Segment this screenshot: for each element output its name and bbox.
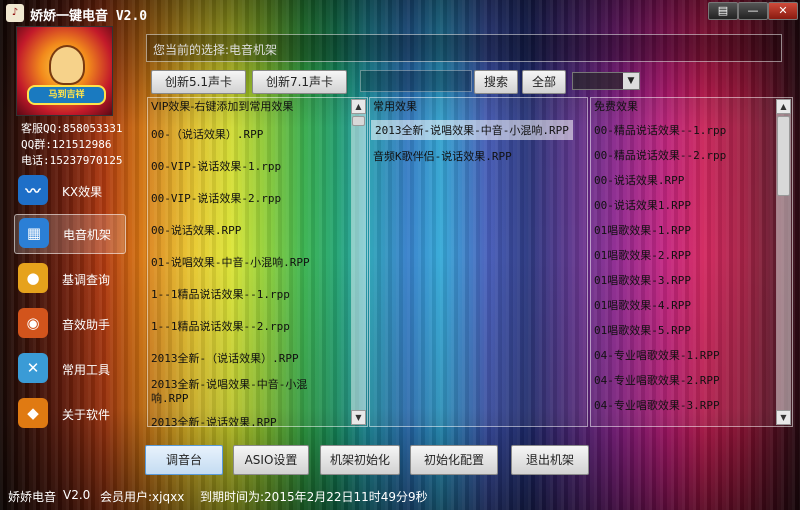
list-item[interactable]: 01唱歌效果-1.RPP [594, 222, 691, 238]
config-init-button[interactable]: 初始化配置 [410, 445, 498, 475]
nav-label: 电音机架 [63, 228, 112, 242]
phone: 电话:15237970125 [21, 154, 123, 167]
list-item[interactable]: 04-专业唱歌效果-1.RPP [594, 347, 720, 363]
nav-item-4[interactable]: ✕ 常用工具 [14, 350, 124, 388]
list-item[interactable]: 00-（说话效果）.RPP [151, 126, 263, 142]
search-input[interactable] [360, 70, 472, 92]
nav-label: 音效助手 [62, 318, 111, 332]
nav-label: 基调查询 [62, 273, 111, 287]
list-item[interactable]: 01唱歌效果-5.RPP [594, 322, 691, 338]
rack-icon: ▦ [19, 218, 49, 248]
tools-icon: ✕ [18, 353, 48, 383]
list-item[interactable]: 01唱歌效果-2.RPP [594, 247, 691, 263]
current-selection: 您当前的选择:电音机架 [146, 34, 782, 62]
asio-settings-button[interactable]: ASIO设置 [233, 445, 309, 475]
exit-rack-button[interactable]: 退出机架 [511, 445, 589, 475]
common-effects-header: 常用效果 [373, 100, 417, 113]
menu-icon[interactable]: ▤ [708, 2, 738, 20]
nav-item-3[interactable]: ◉ 音效助手 [14, 305, 124, 343]
nav-label: KX效果 [62, 185, 103, 199]
disc-icon: ◉ [18, 308, 48, 338]
wave-icon: 〰 [18, 175, 48, 205]
list-item[interactable]: 00-说话效果.RPP [151, 222, 241, 238]
status-app-name: 娇娇电音 [8, 490, 57, 504]
list-item[interactable]: 2013全新-（说话效果）.RPP [151, 350, 299, 366]
category-select[interactable]: ▼ [572, 72, 640, 90]
horse-mascot-icon [49, 45, 85, 85]
nav-item-1[interactable]: ▦ 电音机架 [14, 214, 126, 254]
scroll-down-icon[interactable]: ▼ [776, 410, 791, 425]
status-bar: 娇娇电音 V2.0 会员用户:xjqxx 到期时间为:2015年2月22日11时… [0, 484, 800, 510]
list-item[interactable]: 04-专业唱歌效果-2.RPP [594, 372, 720, 388]
tag-icon: ◆ [18, 398, 48, 428]
scroll-thumb[interactable] [352, 116, 365, 126]
main-window: ♪ 娇娇一键电音 V2.0 ▤ — ✕ 马到吉祥 客服QQ:858053331 … [0, 0, 800, 510]
avatar-banner: 马到吉祥 [27, 85, 106, 105]
nav-label: 关于软件 [62, 408, 111, 422]
title-bar[interactable]: ♪ 娇娇一键电音 V2.0 ▤ — ✕ [0, 0, 800, 26]
list-item[interactable]: 响.RPP [151, 390, 189, 406]
status-expiry: 到期时间为:2015年2月22日11时49分9秒 [200, 490, 428, 504]
nav-item-2[interactable]: ● 基调查询 [14, 260, 124, 298]
list-item[interactable]: 00-精品说话效果--2.rpp [594, 147, 726, 163]
innov71-button[interactable]: 创新7.1声卡 [252, 70, 347, 94]
chevron-down-icon[interactable]: ▼ [623, 73, 639, 89]
list-item[interactable]: 2013全新-说话效果.RPP [151, 414, 277, 426]
list-item[interactable]: 01-说唱效果-中音-小混响.RPP [151, 254, 310, 270]
common-effects-list[interactable]: 常用效果 2013全新-说唱效果-中音-小混响.RPP 音频K歌伴侣-说话效果.R… [369, 97, 588, 427]
list-item[interactable]: 04-专业唱歌效果-3.RPP [594, 397, 720, 413]
app-logo-icon: ♪ [6, 4, 24, 22]
scroll-up-icon[interactable]: ▲ [776, 99, 791, 114]
list-item[interactable]: 音频K歌伴侣-说话效果.RPP [373, 148, 512, 164]
list-item[interactable]: 1--1精品说话效果--2.rpp [151, 318, 290, 334]
list-item[interactable]: 01唱歌效果-3.RPP [594, 272, 691, 288]
scroll-up-icon[interactable]: ▲ [351, 99, 366, 114]
close-icon[interactable]: ✕ [768, 2, 798, 20]
vip-effects-header: VIP效果-右键添加到常用效果 [151, 100, 294, 113]
status-version: V2.0 [63, 488, 91, 502]
app-title: 娇娇一键电音 V2.0 [30, 9, 148, 24]
avatar: 马到吉祥 [16, 26, 113, 116]
minimize-icon[interactable]: — [738, 2, 768, 20]
search-button[interactable]: 搜索 [474, 70, 518, 94]
scroll-thumb[interactable] [777, 116, 790, 196]
nav-item-0[interactable]: 〰 KX效果 [14, 172, 124, 210]
mixer-button[interactable]: 调音台 [145, 445, 223, 475]
free-scrollbar[interactable]: ▲ ▼ [776, 99, 791, 425]
list-item[interactable]: 00-说话效果.RPP [594, 172, 684, 188]
list-item[interactable]: 01唱歌效果-4.RPP [594, 297, 691, 313]
list-item[interactable]: 00-精品说话效果--1.rpp [594, 122, 726, 138]
free-effects-header: 免费效果 [594, 100, 638, 113]
list-item[interactable]: 1--1精品说话效果--1.rpp [151, 286, 290, 302]
vip-effects-list[interactable]: VIP效果-右键添加到常用效果 00-（说话效果）.RPP 00-VIP-说话效果… [147, 97, 368, 427]
list-item[interactable]: 2013全新-说唱效果-中音-小混响.RPP [371, 120, 573, 140]
list-item[interactable]: 00-VIP-说话效果-1.rpp [151, 158, 281, 174]
innov51-button[interactable]: 创新5.1声卡 [151, 70, 246, 94]
list-item[interactable]: 00-说话效果1.RPP [594, 197, 691, 213]
list-item[interactable]: 00-VIP-说话效果-2.rpp [151, 190, 281, 206]
qq-group: QQ群:121512986 [21, 138, 112, 151]
vip-scrollbar[interactable]: ▲ ▼ [351, 99, 366, 425]
scroll-down-icon[interactable]: ▼ [351, 410, 366, 425]
free-effects-list[interactable]: 免费效果 00-精品说话效果--1.rpp 00-精品说话效果--2.rpp 00-… [590, 97, 793, 427]
bulb-icon: ● [18, 263, 48, 293]
all-button[interactable]: 全部 [522, 70, 566, 94]
nav-label: 常用工具 [62, 363, 111, 377]
nav-item-5[interactable]: ◆ 关于软件 [14, 395, 124, 433]
rack-init-button[interactable]: 机架初始化 [320, 445, 400, 475]
status-member: 会员用户:xjqxx [100, 490, 185, 504]
service-qq: 客服QQ:858053331 [21, 122, 123, 135]
